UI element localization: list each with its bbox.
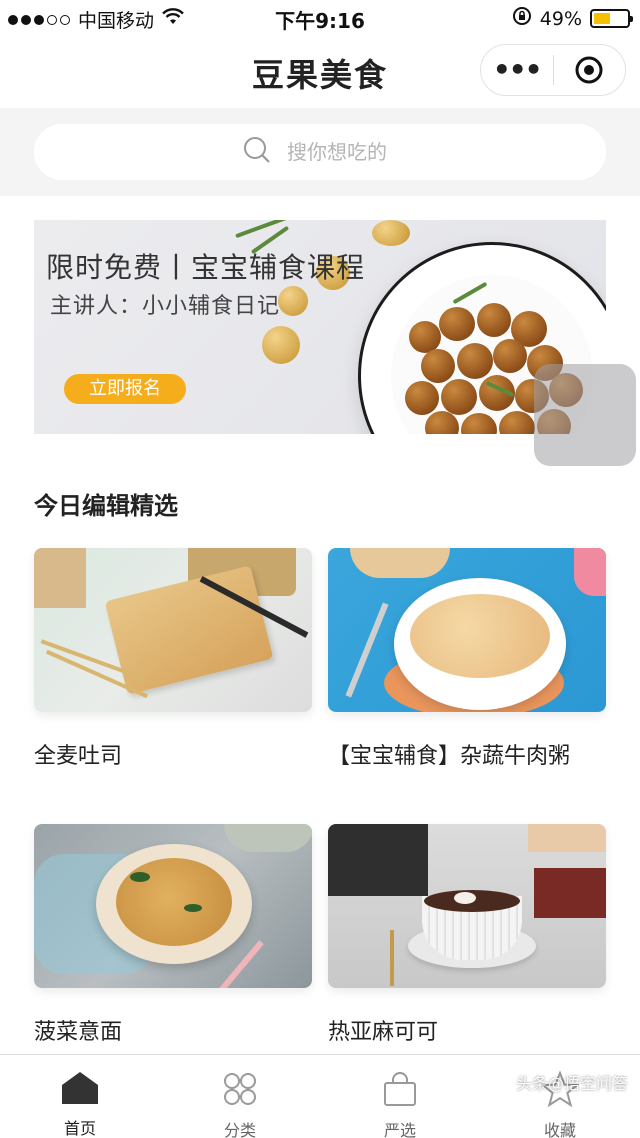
navigation-bar: 豆果美食 ••• [0,36,640,108]
tab-label: 首页 [63,1119,96,1138]
mini-program-capsule: ••• [480,44,626,96]
section-title: 今日编辑精选 [34,492,178,520]
recipe-card[interactable]: 菠菜意面 [34,824,312,1046]
recipe-image [34,548,312,712]
tab-label: 分类 [223,1121,256,1138]
recipe-card[interactable]: 【宝宝辅食】杂蔬牛肉粥 [328,548,606,770]
recipe-card[interactable]: 全麦吐司 [34,548,312,770]
chestnut-decoration [372,220,410,246]
recipe-card[interactable]: 热亚麻可可 [328,824,606,1046]
search-icon [243,136,271,168]
more-dots-icon[interactable]: ••• [481,44,553,96]
promo-banner[interactable]: 限时免费丨宝宝辅食课程 主讲人：小小辅食日记 立即报名 [34,220,606,434]
orientation-lock-icon [512,6,532,31]
tab-label: 收藏 [543,1121,576,1138]
target-circle-icon[interactable] [554,55,626,85]
recipe-image [34,824,312,988]
tab-home[interactable]: 首页 [0,1055,160,1138]
search-bar[interactable] [34,124,606,180]
tab-label: 严选 [383,1121,416,1138]
battery-percent: 49% [539,7,582,30]
floating-assistive-button[interactable] [534,364,636,466]
recipe-name: 全麦吐司 [34,744,123,769]
recipe-name: 热亚麻可可 [328,1020,439,1045]
chestnut-decoration [278,286,308,316]
banner-title: 限时免费丨宝宝辅食课程 [46,251,366,284]
tab-category[interactable]: 分类 [160,1055,320,1138]
battery-icon [590,9,633,28]
tab-selected[interactable]: 严选 [320,1055,480,1138]
tab-bar: 首页 分类 严选 收藏 [0,1054,640,1138]
shopping-bag-icon [382,1071,418,1111]
recipe-image [328,548,606,712]
recipe-image [328,824,606,988]
banner-subtitle: 主讲人：小小辅食日记 [50,294,281,319]
status-bar: 中国移动 下午9:16 49% [0,0,640,36]
home-icon [61,1071,99,1109]
tab-favorites[interactable]: 收藏 [480,1055,640,1138]
category-grid-icon [222,1071,258,1111]
recipe-name: 菠菜意面 [34,1020,123,1045]
search-input[interactable] [287,140,397,164]
recipe-name: 【宝宝辅食】杂蔬牛肉粥 [328,744,571,769]
register-now-button[interactable]: 立即报名 [64,374,186,404]
chestnut-decoration [262,326,300,364]
search-area [0,108,640,196]
watermark: 头条@悟空问答 [515,1074,628,1093]
